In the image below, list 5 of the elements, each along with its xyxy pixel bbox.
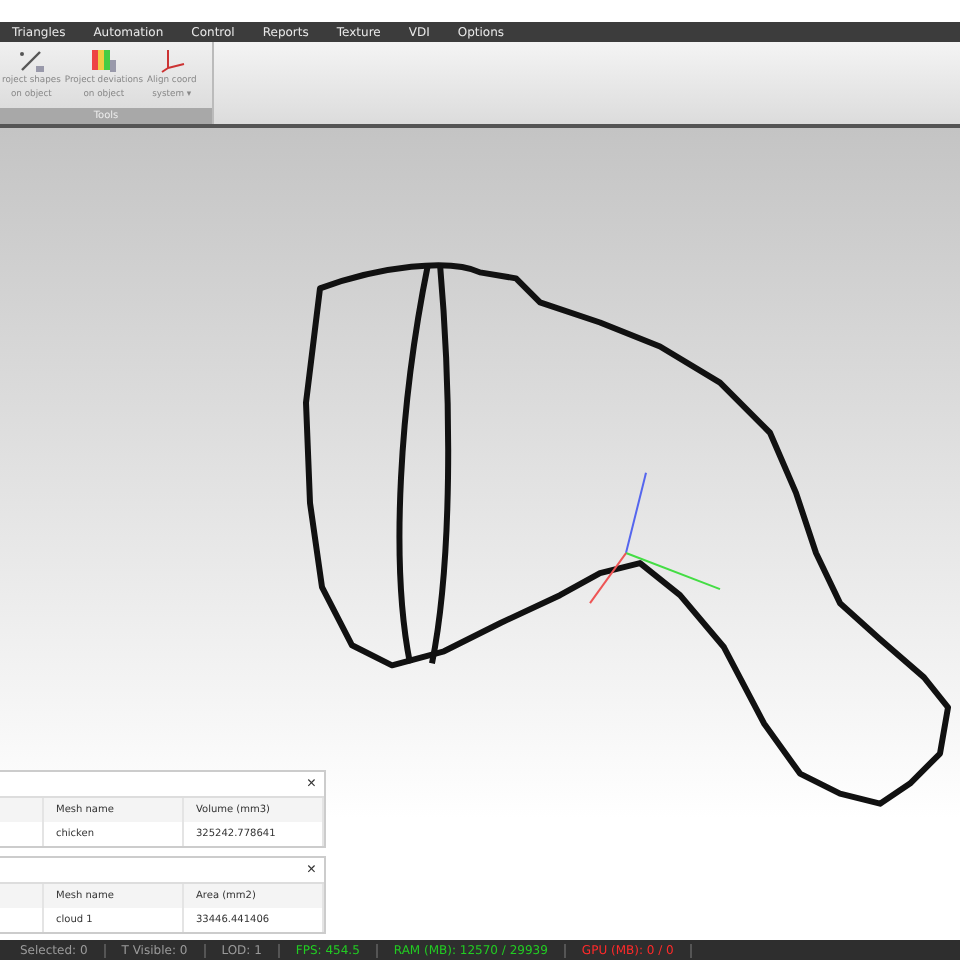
close-button[interactable]: × xyxy=(306,862,316,878)
close-button[interactable]: × xyxy=(306,776,316,792)
color-gradient-icon xyxy=(89,48,118,74)
axes-icon xyxy=(157,48,186,74)
axes-gizmo-icon xyxy=(589,471,721,605)
